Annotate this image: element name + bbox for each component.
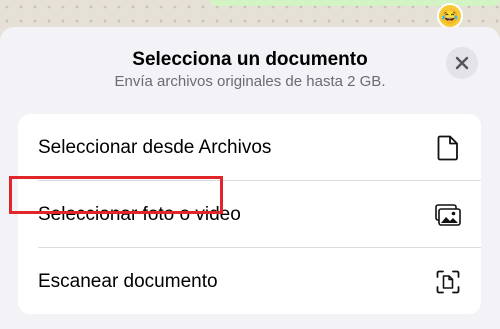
close-icon [455,56,469,70]
emoji-reaction: 😂 [437,3,463,29]
options-list: Seleccionar desde Archivos Seleccionar f… [18,114,481,314]
sheet-title: Selecciona un documento [132,49,368,70]
scan-document-icon [435,269,461,295]
sheet-subtitle: Envía archivos originales de hasta 2 GB. [114,73,386,90]
highlight-box [9,176,223,214]
document-picker-sheet: Selecciona un documento Envía archivos o… [0,27,500,329]
option-scan-document[interactable]: Escanear documento [18,248,481,314]
document-icon [435,135,461,161]
option-label: Escanear documento [38,270,218,292]
option-select-from-files[interactable]: Seleccionar desde Archivos [18,114,481,181]
close-button[interactable] [446,47,478,79]
option-label: Seleccionar desde Archivos [38,136,272,158]
photo-gallery-icon [435,202,461,228]
